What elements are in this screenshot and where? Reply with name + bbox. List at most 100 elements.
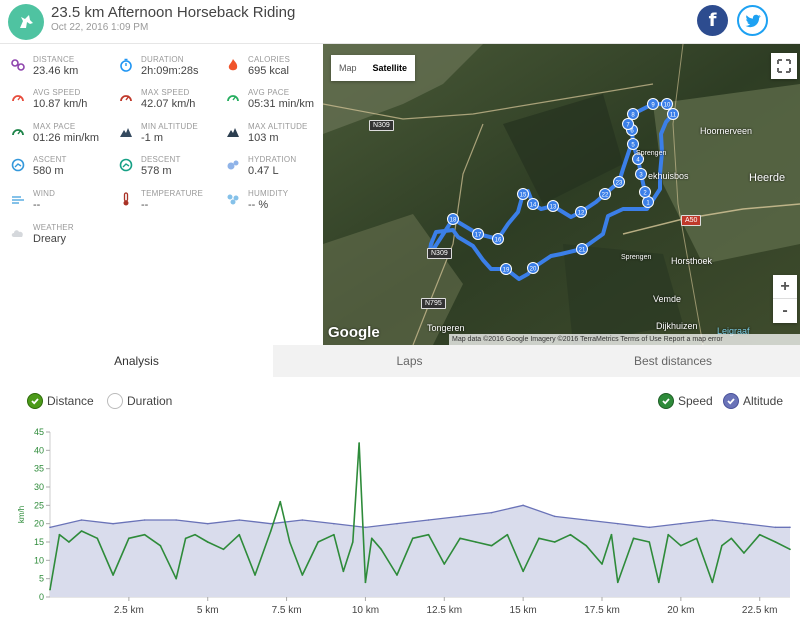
altitude-point[interactable] xyxy=(711,519,714,521)
map-attribution[interactable]: Map data ©2016 Google Imagery ©2016 Terr… xyxy=(449,334,800,345)
speed-point[interactable] xyxy=(695,537,698,540)
speed-point[interactable] xyxy=(490,544,493,547)
altitude-point[interactable] xyxy=(585,519,588,521)
speed-point[interactable] xyxy=(396,574,398,576)
speed-point[interactable] xyxy=(159,544,162,547)
map-type-satellite[interactable]: Satellite xyxy=(365,55,416,81)
speed-point[interactable] xyxy=(648,541,651,543)
speed-point[interactable] xyxy=(68,541,70,543)
speed-point[interactable] xyxy=(569,533,572,536)
speed-point[interactable] xyxy=(333,533,335,536)
speed-point[interactable] xyxy=(657,581,660,584)
series-speed-toggle[interactable]: Speed xyxy=(658,392,713,410)
speed-point[interactable] xyxy=(427,533,430,536)
speed-point[interactable] xyxy=(632,537,635,540)
altitude-point[interactable] xyxy=(774,526,777,529)
x-axis-distance-option[interactable]: Distance xyxy=(27,392,94,410)
speed-point[interactable] xyxy=(721,544,723,547)
speed-point[interactable] xyxy=(128,537,130,540)
speed-point[interactable] xyxy=(184,537,187,540)
zoom-out-button[interactable]: - xyxy=(773,299,797,323)
altitude-point[interactable] xyxy=(427,519,430,521)
speed-point[interactable] xyxy=(254,574,256,576)
speed-point[interactable] xyxy=(443,563,446,565)
speed-point[interactable] xyxy=(585,544,588,547)
altitude-point[interactable] xyxy=(522,504,524,507)
altitude-point[interactable] xyxy=(333,522,335,525)
speed-point[interactable] xyxy=(238,533,241,536)
altitude-point[interactable] xyxy=(616,522,619,525)
speed-point[interactable] xyxy=(459,537,461,540)
route-map[interactable]: 1 2 3 4 5 6 7 8 9 10 11 12 13 14 15 16 17 18 19 20 21 22 23 Ho… xyxy=(323,44,800,345)
altitude-point[interactable] xyxy=(49,526,51,529)
altitude-point[interactable] xyxy=(206,522,209,525)
speed-point[interactable] xyxy=(475,541,477,543)
speed-point[interactable] xyxy=(730,537,733,540)
speed-point[interactable] xyxy=(601,563,603,565)
speed-point[interactable] xyxy=(175,577,177,580)
altitude-point[interactable] xyxy=(301,519,304,521)
altitude-point[interactable] xyxy=(743,522,745,525)
altitude-point[interactable] xyxy=(490,511,493,514)
speed-point[interactable] xyxy=(711,581,714,584)
speed-point[interactable] xyxy=(270,530,272,532)
speed-point[interactable] xyxy=(370,537,373,540)
speed-point[interactable] xyxy=(112,574,114,576)
altitude-point[interactable] xyxy=(396,522,398,525)
facebook-share-button[interactable]: f xyxy=(697,5,728,36)
fullscreen-button[interactable] xyxy=(771,53,797,79)
speed-point[interactable] xyxy=(789,548,791,551)
speed-point[interactable] xyxy=(667,533,670,536)
speed-point[interactable] xyxy=(358,442,360,444)
altitude-point[interactable] xyxy=(143,519,146,521)
speed-point[interactable] xyxy=(616,581,619,584)
speed-point[interactable] xyxy=(58,533,61,536)
speed-point[interactable] xyxy=(380,548,383,551)
speed-point[interactable] xyxy=(538,537,540,540)
speed-point[interactable] xyxy=(743,552,745,554)
speed-point[interactable] xyxy=(49,588,51,591)
speed-point[interactable] xyxy=(96,537,99,540)
series-altitude-toggle[interactable]: Altitude xyxy=(723,392,783,410)
speed-point[interactable] xyxy=(301,574,304,576)
zoom-in-button[interactable]: + xyxy=(773,275,797,299)
speed-altitude-chart[interactable]: 0 5 10 15 20 25 30 35 40 45 km/h 2.5 km 5 km 7.5 km 10… xyxy=(0,420,800,633)
map-type-map[interactable]: Map xyxy=(331,55,365,81)
speed-point[interactable] xyxy=(774,541,777,543)
twitter-share-button[interactable] xyxy=(737,5,768,36)
altitude-point[interactable] xyxy=(238,519,241,521)
altitude-point[interactable] xyxy=(459,515,461,518)
altitude-point[interactable] xyxy=(789,526,791,529)
speed-point[interactable] xyxy=(364,581,367,584)
speed-point[interactable] xyxy=(143,533,146,536)
speed-point[interactable] xyxy=(288,541,291,543)
speed-point[interactable] xyxy=(194,533,196,536)
speed-point[interactable] xyxy=(317,541,319,543)
altitude-point[interactable] xyxy=(553,515,556,518)
speed-point[interactable] xyxy=(553,541,556,543)
x-axis-duration-option[interactable]: Duration xyxy=(107,392,172,410)
tab-analysis[interactable]: Analysis xyxy=(0,345,273,377)
speed-point[interactable] xyxy=(680,544,682,547)
tab-laps[interactable]: Laps xyxy=(273,345,546,377)
altitude-point[interactable] xyxy=(112,522,114,525)
map-type-toggle[interactable]: Map Satellite xyxy=(331,55,416,81)
speed-point[interactable] xyxy=(206,541,209,543)
speed-point[interactable] xyxy=(610,533,613,536)
speed-point[interactable] xyxy=(222,548,225,551)
speed-point[interactable] xyxy=(352,541,354,543)
speed-point[interactable] xyxy=(411,537,414,540)
speed-point[interactable] xyxy=(279,500,282,503)
altitude-point[interactable] xyxy=(648,526,651,529)
altitude-point[interactable] xyxy=(680,522,682,525)
altitude-point[interactable] xyxy=(175,519,177,521)
tab-best-distances[interactable]: Best distances xyxy=(546,345,800,377)
speed-point[interactable] xyxy=(522,570,524,573)
speed-point[interactable] xyxy=(758,533,761,536)
speed-point[interactable] xyxy=(80,530,83,532)
altitude-point[interactable] xyxy=(270,522,272,525)
speed-point[interactable] xyxy=(342,570,345,573)
altitude-point[interactable] xyxy=(80,519,83,521)
speed-point[interactable] xyxy=(506,533,509,536)
altitude-point[interactable] xyxy=(364,526,367,529)
